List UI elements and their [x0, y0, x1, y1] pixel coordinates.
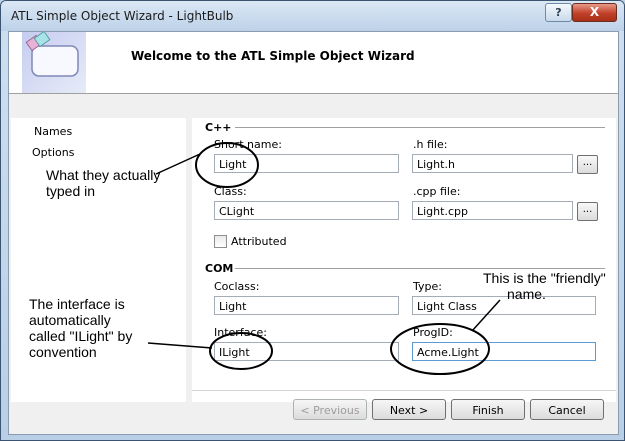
friendly-callout-pointer [471, 299, 501, 332]
annotation-line: This is the "friendly" [483, 270, 606, 286]
interface-callout-pointer [147, 342, 213, 349]
annotation-line: The interface is [29, 296, 125, 312]
interface-highlight-circle [209, 332, 273, 370]
friendly-name-annotation: This is the "friendly" name. [483, 270, 606, 302]
annotation-line: automatically [29, 312, 111, 328]
annotation-line: typed in [46, 183, 96, 199]
annotation-line: What they actually [46, 167, 161, 183]
annotation-line: name. [507, 286, 546, 302]
progid-highlight-circle [390, 323, 490, 375]
interface-annotation: The interface is automatically called "I… [29, 296, 132, 360]
annotation-line: convention [29, 344, 97, 360]
typed-in-annotation: What they actually typed in [46, 167, 160, 199]
short-name-highlight-circle [195, 142, 259, 188]
annotation-overlay [147, 142, 501, 375]
typed-callout-pointer [155, 153, 201, 175]
annotation-line: called "ILight" by [29, 328, 133, 344]
